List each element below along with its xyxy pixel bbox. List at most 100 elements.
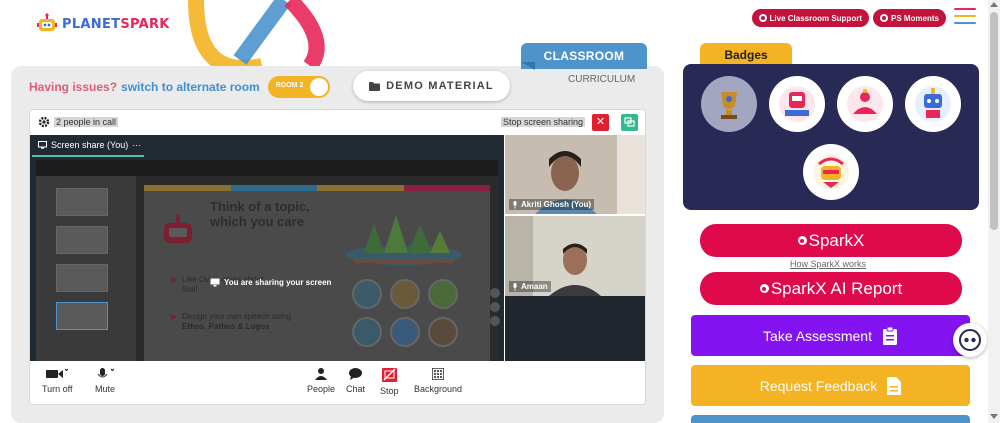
slide-thumbnails: [36, 176, 136, 361]
participant-tile[interactable]: Akriti Ghosh (You): [505, 135, 645, 214]
brand-name: PLANETSPARK: [62, 17, 170, 32]
planetspark-logo[interactable]: PLANETSPARK: [36, 13, 170, 35]
bullet-arrow-icon: ▶: [171, 312, 178, 321]
slide-thumbnail: [56, 226, 108, 254]
sharing-notice: You are sharing your screen: [210, 278, 331, 287]
stop-screen-sharing-text[interactable]: Stop screen sharing: [501, 117, 586, 127]
screen-share-tab[interactable]: Screen share (You) ···: [38, 140, 141, 150]
video-side-controls: [490, 288, 502, 326]
demo-material-label: DEMO MATERIAL: [386, 80, 494, 92]
trophy-badge-icon: [721, 92, 737, 119]
chat-label: Chat: [346, 384, 366, 394]
participant-name: Akriti Ghosh (You): [509, 199, 595, 210]
slide-mascot-icon: [164, 215, 192, 243]
robot-badge-icon: [915, 86, 951, 122]
meditation-badge-icon: [847, 86, 883, 122]
current-slide: Think of a topic, which you care Like Ov…: [144, 185, 490, 361]
ps-moments-label: PS Moments: [890, 13, 939, 23]
stop-share-button[interactable]: Stop: [380, 368, 399, 396]
badge-superhero[interactable]: [803, 144, 859, 200]
screen-share-tab-label: Screen share (You): [51, 140, 129, 150]
gear-icon[interactable]: [38, 116, 50, 128]
clipboard-icon: [882, 326, 897, 345]
stop-share-close-icon[interactable]: ✕: [592, 114, 609, 131]
tab-classroom[interactable]: CLASSROOM: [521, 43, 647, 69]
chat-bubble-icon: [349, 368, 362, 380]
document-icon: [887, 376, 902, 395]
switch-view-icon[interactable]: [621, 114, 638, 131]
screen-share-icon: [38, 141, 47, 149]
scroll-up-arrow-icon[interactable]: [990, 2, 998, 7]
zoom-in-icon[interactable]: [490, 288, 500, 298]
issues-prefix: Having issues?: [29, 80, 118, 94]
slide-bullet-2-line2: Ethos, Pathos & Logos: [182, 322, 270, 331]
shared-slides-toolbar: [36, 160, 498, 176]
slide-title-line2: which you care: [210, 214, 304, 229]
scrollbar-thumb[interactable]: [990, 12, 998, 230]
sparkx-ai-report-button[interactable]: SparkX AI Report: [700, 272, 962, 305]
participant-tile[interactable]: Amaan: [505, 216, 645, 361]
sharing-notice-text: You are sharing your screen: [224, 278, 332, 287]
room-toggle[interactable]: ROOM 2: [267, 76, 330, 98]
live-classroom-support-button[interactable]: Live Classroom Support: [751, 9, 869, 27]
take-assessment-button[interactable]: Take Assessment: [691, 315, 970, 356]
badge-robot[interactable]: [905, 76, 961, 132]
badge-trophy[interactable]: [701, 76, 757, 132]
slide-title: Think of a topic, which you care: [210, 199, 310, 229]
superhero-badge-icon: [813, 154, 849, 190]
how-sparkx-works-link[interactable]: How SparkX works: [790, 259, 866, 269]
support-icon: [758, 14, 767, 22]
tab-curriculum[interactable]: CURRICULUM: [568, 74, 635, 85]
background-label: Background: [414, 384, 463, 394]
live-support-label: Live Classroom Support: [769, 13, 862, 23]
camera-toggle-button[interactable]: Turn off: [42, 368, 73, 394]
stop-sharing-icon: [381, 368, 397, 382]
active-tab-indicator: [32, 155, 144, 157]
background-button[interactable]: Background: [414, 368, 462, 394]
topic-circle: [352, 279, 382, 309]
next-action-button[interactable]: [691, 415, 970, 423]
slide-thumbnail: [56, 188, 108, 216]
take-assessment-label: Take Assessment: [763, 327, 872, 344]
shared-screen-content: Think of a topic, which you care Like Ov…: [36, 160, 498, 361]
people-count: 2 people in call: [54, 117, 119, 127]
people-button[interactable]: People: [307, 368, 335, 394]
switch-room-link[interactable]: switch to alternate room: [121, 80, 260, 94]
call-controls-bar: Turn off Mute People Chat Stop Backgroun…: [30, 361, 645, 404]
forest-illustration: [346, 215, 462, 265]
mute-button[interactable]: Mute: [94, 368, 116, 394]
slide-bullet-2: Design your own speech using Ethos, Path…: [182, 312, 291, 332]
chat-button[interactable]: Chat: [346, 368, 365, 394]
mute-label: Mute: [94, 384, 115, 394]
sparkx-ai-report-label: SparkX AI Report: [770, 278, 903, 298]
topic-circle: [428, 279, 458, 309]
more-options-icon[interactable]: ···: [132, 140, 141, 150]
badge-speaker[interactable]: [769, 76, 825, 132]
sparkx-button[interactable]: SparkX: [700, 224, 962, 257]
zoom-out-icon[interactable]: [490, 302, 500, 312]
ps-moments-button[interactable]: PS Moments: [872, 9, 946, 27]
brand-name-part1: PLANET: [62, 16, 121, 32]
fit-icon[interactable]: [490, 316, 500, 326]
slide-title-line1: Think of a topic,: [210, 199, 310, 214]
participant-name-label: Amaan: [521, 282, 548, 291]
moments-icon: [879, 14, 888, 22]
demo-material-button[interactable]: DEMO MATERIAL: [353, 71, 510, 101]
menu-hamburger-icon[interactable]: [954, 8, 976, 29]
request-feedback-button[interactable]: Request Feedback: [691, 365, 970, 406]
speaker-badge-icon: [779, 86, 815, 122]
monitor-icon: [210, 278, 220, 287]
topic-circle: [390, 279, 420, 309]
turn-off-label: Turn off: [42, 384, 73, 394]
call-top-bar: 2 people in call Stop screen sharing ✕: [30, 110, 645, 135]
sparkx-icon: [797, 236, 807, 245]
page-scrollbar[interactable]: [988, 0, 1000, 423]
chatbot-button[interactable]: [953, 323, 987, 357]
slide-bullet-2-line1: Design your own speech using: [182, 312, 291, 321]
sparkx-label: SparkX: [808, 230, 865, 250]
badge-meditation[interactable]: [837, 76, 893, 132]
scroll-down-arrow-icon[interactable]: [990, 414, 998, 419]
bullet-arrow-icon: ▶: [171, 275, 178, 284]
microphone-icon: [97, 368, 115, 378]
slide-thumbnail: [56, 264, 108, 292]
